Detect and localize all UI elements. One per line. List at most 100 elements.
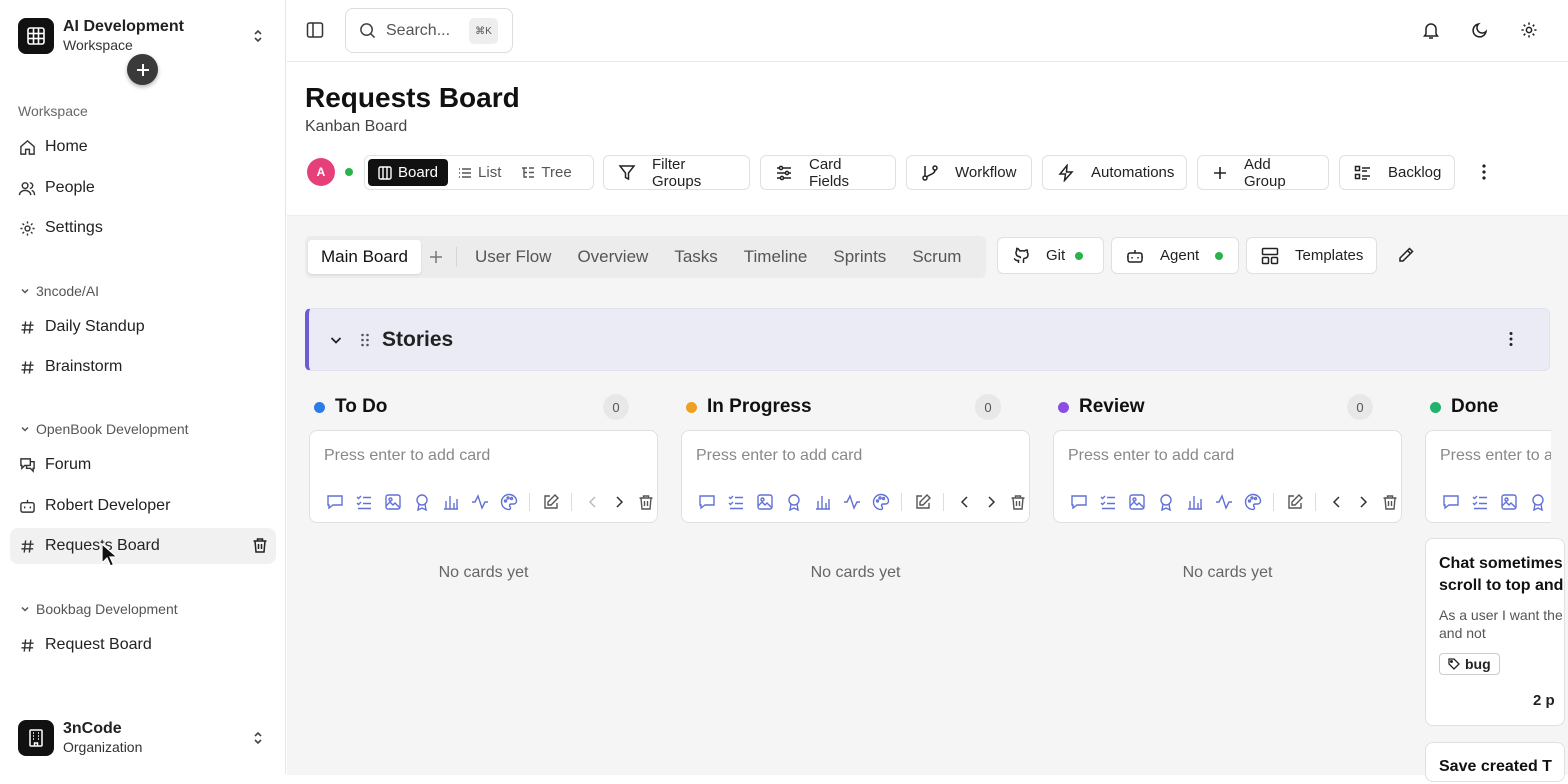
add-card-box[interactable]: Press enter to add card: [1053, 430, 1402, 523]
view-list-button[interactable]: List: [448, 159, 511, 186]
view-tree-button[interactable]: Tree: [511, 159, 581, 186]
message-icon[interactable]: [1064, 493, 1093, 511]
sidebar-item-daily-standup[interactable]: Daily Standup: [10, 309, 276, 345]
gear-icon[interactable]: [1520, 21, 1538, 39]
search-input[interactable]: Search... ⌘K: [345, 8, 513, 53]
trash-icon[interactable]: [1003, 494, 1032, 511]
bell-icon[interactable]: [1422, 21, 1440, 40]
tag-badge[interactable]: bug: [1439, 653, 1500, 675]
palette-icon[interactable]: [1238, 493, 1267, 511]
add-card-input[interactable]: Press enter to add card: [696, 447, 862, 465]
sidebar-group-bookbag[interactable]: Bookbag Development: [20, 601, 178, 617]
add-card-box[interactable]: Press enter to add card: [309, 430, 658, 523]
bar-chart-icon[interactable]: [808, 493, 837, 511]
sidebar-item-home[interactable]: Home: [10, 129, 276, 165]
filter-groups-button[interactable]: Filter Groups: [603, 155, 750, 190]
story-card[interactable]: Save created T: [1425, 742, 1565, 782]
agent-button[interactable]: Agent: [1111, 237, 1239, 274]
checklist-icon[interactable]: [1465, 493, 1494, 511]
chevron-right-icon[interactable]: [1351, 495, 1375, 509]
image-icon[interactable]: [378, 493, 407, 511]
automations-button[interactable]: Automations: [1042, 155, 1187, 190]
more-vertical-icon[interactable]: [1475, 163, 1493, 181]
checklist-icon[interactable]: [349, 493, 378, 511]
edit-icon[interactable]: [536, 493, 565, 511]
edit-icon[interactable]: [908, 493, 937, 511]
palette-icon[interactable]: [866, 493, 895, 511]
tab-user-flow[interactable]: User Flow: [462, 240, 565, 274]
add-workspace-button[interactable]: [127, 54, 158, 85]
avatar[interactable]: A: [307, 158, 335, 186]
award-icon[interactable]: [779, 493, 808, 511]
drag-handle-icon[interactable]: [360, 332, 370, 348]
activity-icon[interactable]: [1209, 493, 1238, 511]
sidebar-item-robert-developer[interactable]: Robert Developer: [10, 488, 276, 524]
trash-icon[interactable]: [1375, 494, 1404, 511]
add-card-input[interactable]: Press enter to add card: [1068, 447, 1234, 465]
bar-chart-icon[interactable]: [436, 493, 465, 511]
story-card[interactable]: Chat sometimes doesn't scroll to top and…: [1425, 538, 1565, 726]
image-icon[interactable]: [750, 493, 779, 511]
trash-icon[interactable]: [252, 537, 268, 554]
workflow-button[interactable]: Workflow: [906, 155, 1032, 190]
sidebar: AI Development Workspace Workspace Home …: [0, 0, 286, 774]
templates-button[interactable]: Templates: [1246, 237, 1377, 274]
award-icon[interactable]: [1151, 493, 1180, 511]
add-tab-icon[interactable]: [421, 240, 451, 274]
group-header-stories[interactable]: Stories: [305, 308, 1550, 371]
palette-icon[interactable]: [494, 493, 523, 511]
image-icon[interactable]: [1122, 493, 1151, 511]
tab-main-board[interactable]: Main Board: [308, 240, 421, 274]
message-icon[interactable]: [692, 493, 721, 511]
tab-tasks[interactable]: Tasks: [661, 240, 730, 274]
card-fields-button[interactable]: Card Fields: [760, 155, 896, 190]
chevron-left-icon[interactable]: [578, 495, 607, 509]
add-card-box[interactable]: Press enter to add card: [681, 430, 1030, 523]
add-card-box[interactable]: Press enter to add card: [1425, 430, 1551, 523]
award-icon[interactable]: [407, 493, 436, 511]
checklist-icon[interactable]: [1093, 493, 1122, 511]
workspace-name: AI Development: [63, 18, 184, 35]
chevron-down-icon[interactable]: [329, 333, 343, 347]
sidebar-item-requests-board[interactable]: Requests Board: [10, 528, 276, 564]
activity-icon[interactable]: [465, 493, 494, 511]
activity-icon[interactable]: [837, 493, 866, 511]
sidebar-group-openbook[interactable]: OpenBook Development: [20, 421, 189, 437]
sidebar-group-3ncode[interactable]: 3ncode/AI: [20, 283, 99, 299]
organization-switcher[interactable]: 3nCode Organization: [18, 720, 280, 756]
sidebar-item-settings[interactable]: Settings: [10, 210, 276, 246]
bar-chart-icon[interactable]: [1180, 493, 1209, 511]
sidebar-toggle-icon[interactable]: [306, 21, 324, 39]
trash-icon[interactable]: [631, 494, 660, 511]
add-group-button[interactable]: Add Group: [1197, 155, 1329, 190]
chevron-right-icon[interactable]: [979, 495, 1003, 509]
chevron-left-icon[interactable]: [950, 495, 979, 509]
chevron-down-icon: [20, 604, 30, 614]
edit-icon[interactable]: [1280, 493, 1309, 511]
message-icon[interactable]: [320, 493, 349, 511]
image-icon[interactable]: [1494, 493, 1523, 511]
tab-overview[interactable]: Overview: [564, 240, 661, 274]
chevron-left-icon[interactable]: [1322, 495, 1351, 509]
tab-sprints[interactable]: Sprints: [820, 240, 899, 274]
workspace-sub: Workspace: [63, 37, 133, 53]
sidebar-item-request-board[interactable]: Request Board: [10, 627, 276, 663]
view-board-button[interactable]: Board: [368, 159, 449, 186]
checklist-icon[interactable]: [721, 493, 750, 511]
sidebar-item-people[interactable]: People: [10, 170, 276, 206]
pencil-icon[interactable]: [1397, 246, 1415, 264]
moon-icon[interactable]: [1471, 21, 1489, 39]
add-card-input[interactable]: Press enter to add card: [324, 447, 490, 465]
award-icon[interactable]: [1523, 493, 1551, 511]
chevron-right-icon[interactable]: [607, 495, 631, 509]
workspace-switcher[interactable]: AI Development Workspace: [18, 18, 280, 54]
add-card-input[interactable]: Press enter to add card: [1440, 447, 1551, 465]
message-icon[interactable]: [1436, 493, 1465, 511]
git-button[interactable]: Git: [997, 237, 1104, 274]
sidebar-item-brainstorm[interactable]: Brainstorm: [10, 349, 276, 385]
sidebar-item-forum[interactable]: Forum: [10, 447, 276, 483]
tab-timeline[interactable]: Timeline: [731, 240, 821, 274]
more-vertical-icon[interactable]: [1503, 331, 1519, 347]
tab-scrum[interactable]: Scrum: [899, 240, 974, 274]
backlog-button[interactable]: Backlog: [1339, 155, 1455, 190]
